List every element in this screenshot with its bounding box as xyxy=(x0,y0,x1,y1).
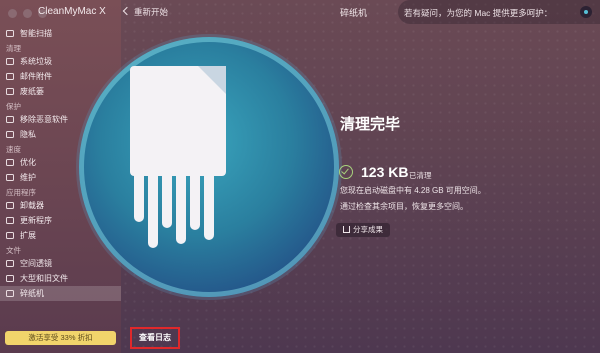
sidebar-item-shredder[interactable]: 碎纸机 xyxy=(0,286,121,301)
maintenance-icon xyxy=(6,174,14,181)
chevron-left-icon xyxy=(122,6,132,16)
sidebar-item-label: 大型和旧文件 xyxy=(20,274,68,283)
sidebar-item-smart-scan[interactable]: 智能扫描 xyxy=(0,26,121,41)
sidebar-item-label: 卸载器 xyxy=(20,201,44,210)
sidebar-item-label: 空间透镜 xyxy=(20,259,52,268)
uninstaller-icon xyxy=(6,202,14,209)
shredder-icon xyxy=(6,290,14,297)
extensions-icon xyxy=(6,232,14,239)
upgrade-button[interactable]: 激活享受 33% 折扣 xyxy=(5,331,116,345)
back-label: 重新开始 xyxy=(134,7,169,17)
sidebar-item-mail-attachments[interactable]: 邮件附件 xyxy=(0,69,121,84)
sidebar-item-label: 扩展 xyxy=(20,231,36,240)
optimization-icon xyxy=(6,159,14,166)
cleaned-size: 123 KB xyxy=(361,164,409,180)
close-window-button[interactable] xyxy=(8,9,17,18)
space-lens-icon xyxy=(6,260,14,267)
share-icon xyxy=(343,226,350,233)
review-text: 通过检查其余项目，恢复更多空间。 xyxy=(340,202,468,211)
minimize-window-button[interactable] xyxy=(23,9,32,18)
sidebar-item-label: 更新程序 xyxy=(20,216,52,225)
app-title: CleanMyMac X xyxy=(38,6,106,17)
checkmark-icon xyxy=(339,165,353,179)
page-title: 碎纸机 xyxy=(340,8,368,18)
share-label: 分享成果 xyxy=(353,225,383,234)
sidebar-section-header: 文件 xyxy=(6,246,21,255)
mail-attachments-icon xyxy=(6,73,14,80)
system-junk-icon xyxy=(6,58,14,65)
privacy-icon xyxy=(6,131,14,138)
sidebar-item-system-junk[interactable]: 系统垃圾 xyxy=(0,54,121,69)
free-space-text: 您现在启动磁盘中有 4.28 GB 可用空间。 xyxy=(340,186,486,195)
sidebar-item-label: 隐私 xyxy=(20,130,36,139)
status-title: 清理完毕 xyxy=(340,116,401,133)
app-window: CleanMyMac X 智能扫描 清理 系统垃圾 邮件附件 废纸篓 保护 移除恶意软件 隐私… xyxy=(0,0,600,353)
sidebar-item-label: 优化 xyxy=(20,158,36,167)
share-button[interactable]: 分享成果 xyxy=(336,223,390,237)
view-log-button[interactable]: 查看日志 xyxy=(130,327,180,349)
assistant-icon[interactable] xyxy=(580,6,592,18)
back-button[interactable]: 重新开始 xyxy=(122,6,169,18)
large-old-files-icon xyxy=(6,275,14,282)
sidebar-item-label: 系统垃圾 xyxy=(20,57,52,66)
cleaned-size-note: 已清理 xyxy=(409,171,432,180)
sidebar-item-label: 智能扫描 xyxy=(20,29,52,38)
trash-icon xyxy=(6,88,14,95)
sidebar-item-space-lens[interactable]: 空间透镜 xyxy=(0,256,121,271)
sidebar-item-label: 移除恶意软件 xyxy=(20,115,68,124)
sidebar-item-large-old-files[interactable]: 大型和旧文件 xyxy=(0,271,121,286)
malware-icon xyxy=(6,116,14,123)
shredded-document-icon xyxy=(120,60,240,250)
sidebar-item-label: 维护 xyxy=(20,173,36,182)
sidebar-item-label: 邮件附件 xyxy=(20,72,52,81)
help-text: 若有疑问，为您的 Mac 提供更多呵护： xyxy=(404,8,553,18)
updater-icon xyxy=(6,217,14,224)
sidebar-item-label: 废纸篓 xyxy=(20,87,44,96)
sidebar-item-label: 碎纸机 xyxy=(20,289,44,298)
sidebar-section-header: 清理 xyxy=(6,44,21,53)
smart-scan-icon xyxy=(6,30,14,37)
